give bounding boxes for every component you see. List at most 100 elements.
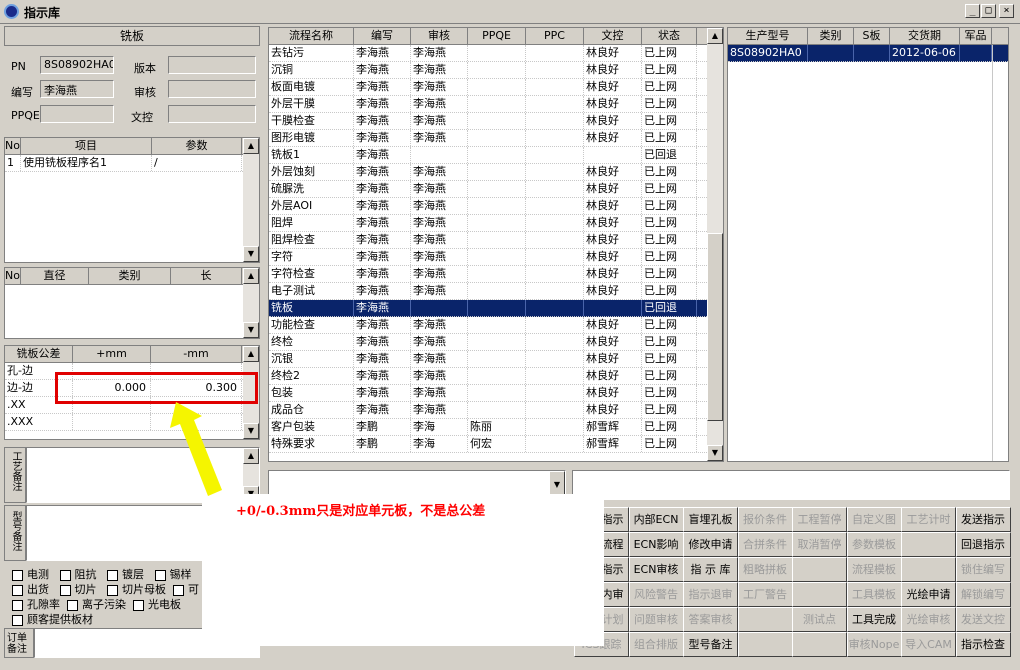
version-field[interactable] [168,56,256,74]
table-row[interactable]: 干膜检查 李海燕 李海燕 林良好 已上网 [269,113,723,130]
table-row[interactable]: 外层AOI 李海燕 李海燕 林良好 已上网 [269,198,723,215]
ppqe-field[interactable] [40,105,114,123]
action-button[interactable]: 参数模板 [846,532,902,557]
table-row[interactable]: 特殊要求 李鹏 李海 何宏 郝雪辉 已上网 [269,436,723,453]
table-row[interactable]: 铣板 李海燕 已回退 [269,300,723,317]
action-button[interactable]: 导入CAM [901,632,956,657]
action-button[interactable]: 测试点 [792,607,847,632]
table-row[interactable]: 外层蚀刻 李海燕 李海燕 林良好 已上网 [269,164,723,181]
tol-cell-plus[interactable] [73,414,151,430]
action-button[interactable]: 发送文控 [955,607,1011,632]
action-button[interactable]: 合拼条件 [737,532,793,557]
scroll-down-icon[interactable]: ▼ [243,246,259,262]
action-button[interactable]: ECN影响 [628,532,684,557]
action-button[interactable]: 工艺计时 [901,507,956,532]
pn-field[interactable]: 8S08902HA0 [40,56,114,74]
action-button[interactable]: 工具完成 [846,607,902,632]
action-button[interactable]: 组合排版 [628,632,684,657]
action-button[interactable]: 解锁编写 [955,582,1011,607]
action-button[interactable]: 工程暂停 [792,507,847,532]
scroll-up-icon[interactable]: ▲ [243,268,259,284]
action-button[interactable]: 内部ECN [628,507,684,532]
diameter-table[interactable]: No 直径 类别 长 ▲ ▼ [4,267,260,339]
checkbox[interactable] [12,614,23,626]
scroll-down-icon[interactable]: ▼ [243,322,259,338]
action-button[interactable]: 工具模板 [846,582,902,607]
table-row[interactable]: 阻焊 李海燕 李海燕 林良好 已上网 [269,215,723,232]
action-button[interactable]: 审核Nope [846,632,902,657]
table-row[interactable]: 8S08902HA0 2012-06-06 [728,45,1008,62]
action-button[interactable]: 工厂警告 [737,582,793,607]
maximize-button[interactable]: □ [981,4,996,18]
dia-scrollbar[interactable]: ▲ ▼ [243,268,259,338]
scroll-up-icon[interactable]: ▲ [243,448,259,464]
table-row[interactable]: 字符检查 李海燕 李海燕 林良好 已上网 [269,266,723,283]
action-button[interactable]: 取消暂停 [792,532,847,557]
model-table[interactable]: 生产型号 类别 S板 交货期 军品 8S08902HA0 2012-06-06 [727,27,1009,462]
scroll-down-icon[interactable]: ▼ [243,423,259,439]
checkbox[interactable] [12,599,23,611]
scroll-down-icon[interactable]: ▼ [707,445,723,461]
checkbox[interactable] [67,599,78,611]
table-row[interactable]: 图形电镀 李海燕 李海燕 林良好 已上网 [269,130,723,147]
checkbox[interactable] [133,599,144,611]
reviewer-field[interactable] [168,80,256,98]
action-button[interactable]: 报价条件 [737,507,793,532]
table-row[interactable]: 1 使用铣板程序名1 / [5,155,259,172]
param-table[interactable]: No 项目 参数 1 使用铣板程序名1 / ▲ ▼ [4,137,260,263]
process-table[interactable]: 流程名称 编写 审核 PPQE PPC 文控 状态 去钻污 李海燕 李海燕 林良好 已上… [268,27,724,462]
checkbox[interactable] [107,584,118,596]
table-row[interactable]: 沉铜 李海燕 李海燕 林良好 已上网 [269,62,723,79]
checkbox[interactable] [12,584,23,596]
table-row[interactable]: 去钻污 李海燕 李海燕 林良好 已上网 [269,45,723,62]
action-button[interactable]: 光绘审核 [901,607,956,632]
scroll-up-icon[interactable]: ▲ [243,346,259,362]
action-button[interactable]: 指示检查 [955,632,1011,657]
checkbox[interactable] [154,569,166,581]
action-button[interactable]: 盲埋孔板 [683,507,738,532]
action-button[interactable]: 发送指示 [955,507,1011,532]
action-button[interactable]: 光绘申请 [901,582,956,607]
action-button[interactable]: 自定义图 [846,507,902,532]
doc-control-field[interactable] [168,105,256,123]
action-button[interactable]: ECN审核 [628,557,684,582]
bottom-text-field[interactable] [572,470,1010,500]
action-button[interactable]: 指 示 库 [683,557,738,582]
checkbox[interactable] [107,569,118,581]
table-row[interactable]: 外层干膜 李海燕 李海燕 林良好 已上网 [269,96,723,113]
param-scrollbar[interactable]: ▲ ▼ [243,138,259,262]
close-button[interactable]: × [999,4,1014,18]
action-button[interactable]: 问题审核 [628,607,684,632]
action-button[interactable]: 型号备注 [683,632,738,657]
process-scrollbar[interactable]: ▲ ▼ [707,28,723,461]
table-row[interactable]: 硫脲洗 李海燕 李海燕 林良好 已上网 [269,181,723,198]
scroll-up-icon[interactable]: ▲ [243,138,259,154]
checkbox[interactable] [59,569,71,581]
action-button[interactable]: 粗略拼板 [737,557,793,582]
table-row[interactable]: 包装 李海燕 李海燕 林良好 已上网 [269,385,723,402]
action-button[interactable]: 答案审核 [683,607,738,632]
action-button[interactable]: 指示退审 [683,582,738,607]
checkbox[interactable] [59,584,71,596]
action-button[interactable]: 回退指示 [955,532,1011,557]
table-row[interactable]: 铣板1 李海燕 已回退 [269,147,723,164]
checkbox[interactable] [12,569,23,581]
table-row[interactable]: 阻焊检查 李海燕 李海燕 林良好 已上网 [269,232,723,249]
table-row[interactable]: 功能检查 李海燕 李海燕 林良好 已上网 [269,317,723,334]
writer-field[interactable]: 李海燕 [40,80,114,98]
table-row[interactable]: 沉银 李海燕 李海燕 林良好 已上网 [269,351,723,368]
action-button[interactable]: 流程模板 [846,557,902,582]
table-row[interactable]: 字符 李海燕 李海燕 林良好 已上网 [269,249,723,266]
table-row[interactable]: 终检 李海燕 李海燕 林良好 已上网 [269,334,723,351]
action-button[interactable]: 风险警告 [628,582,684,607]
table-row[interactable]: 板面电镀 李海燕 李海燕 林良好 已上网 [269,79,723,96]
table-row[interactable]: 客户包装 李鹏 李海 陈丽 郝雪辉 已上网 [269,419,723,436]
action-button[interactable]: 锁住编写 [955,557,1011,582]
minimize-button[interactable]: _ [965,4,980,18]
table-row[interactable]: 成品仓 李海燕 李海燕 林良好 已上网 [269,402,723,419]
table-row[interactable]: 电子测试 李海燕 李海燕 林良好 已上网 [269,283,723,300]
scroll-thumb[interactable] [707,233,723,421]
checkbox[interactable] [173,584,184,596]
scroll-up-icon[interactable]: ▲ [707,28,723,44]
table-row[interactable]: 终检2 李海燕 李海燕 林良好 已上网 [269,368,723,385]
